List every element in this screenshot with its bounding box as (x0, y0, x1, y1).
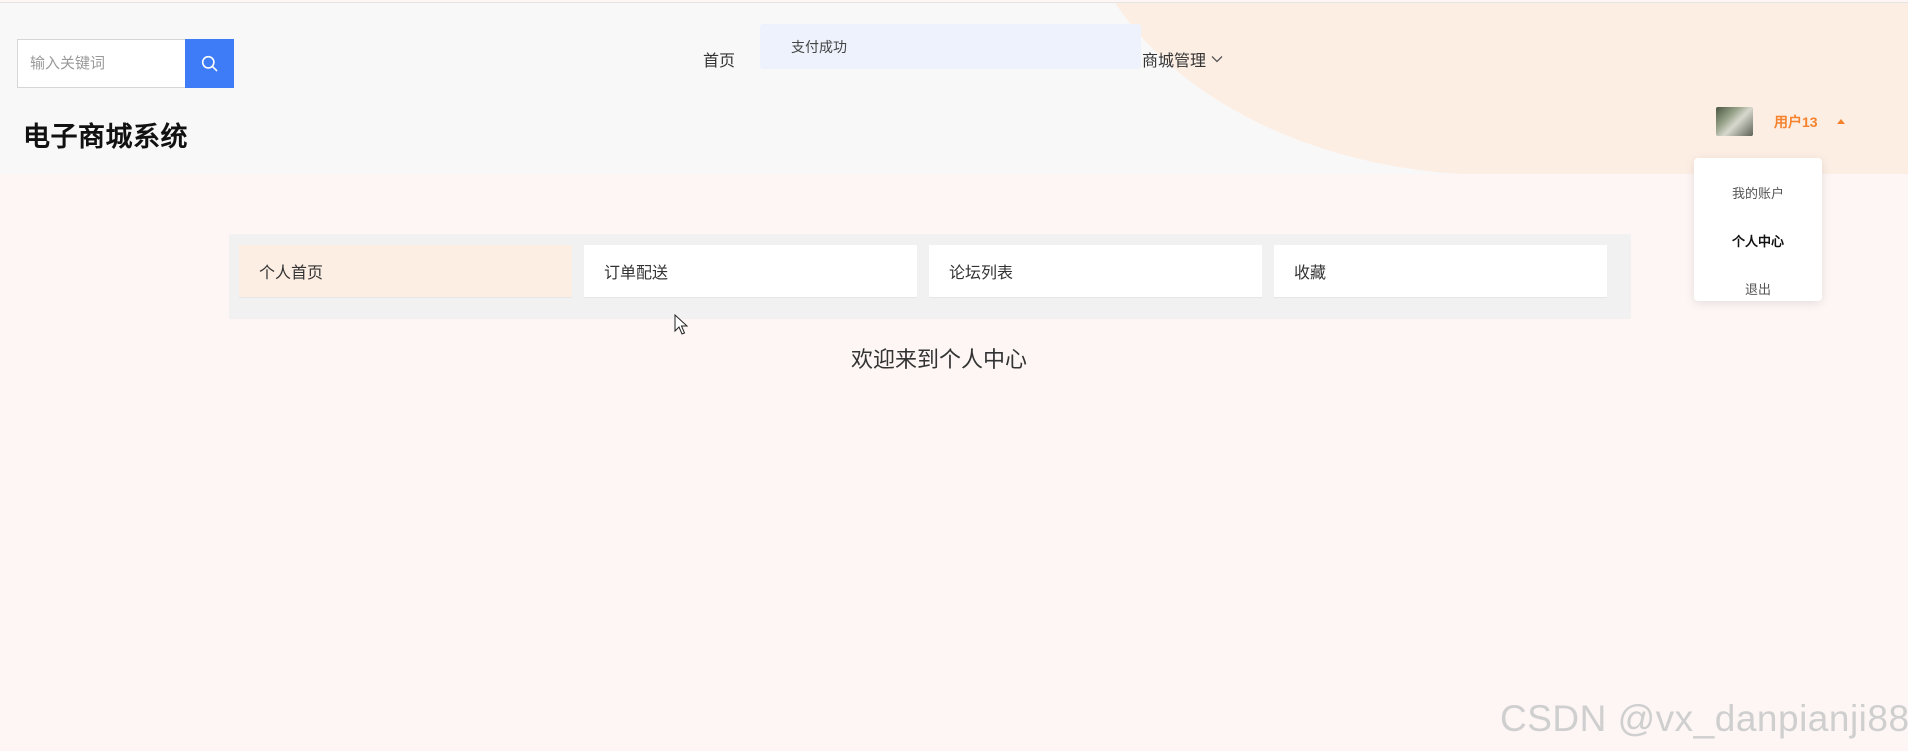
header-decoration (1075, 3, 1908, 174)
tab-personal-home[interactable]: 个人首页 (239, 245, 572, 298)
toast-message: 支付成功 (791, 38, 847, 55)
site-title: 电子商城系统 (23, 122, 188, 152)
tab-label: 论坛列表 (949, 265, 1014, 282)
avatar[interactable] (1716, 107, 1753, 136)
tab-label: 个人首页 (259, 265, 324, 282)
username[interactable]: 用户13 (1774, 112, 1818, 132)
chevron-down-icon (1211, 56, 1223, 63)
search-icon (201, 55, 218, 72)
user-menu-personal-center[interactable]: 个人中心 (1694, 216, 1822, 264)
mouse-cursor-icon (674, 314, 688, 335)
user-menu-my-account[interactable]: 我的账户 (1694, 168, 1822, 216)
caret-up-icon (1836, 119, 1845, 124)
tab-order-delivery[interactable]: 订单配送 (584, 245, 917, 298)
user-menu: 我的账户 个人中心 退出 (1694, 158, 1822, 301)
nav-home[interactable]: 首页 (703, 47, 735, 71)
page: 电子商城系统 首页 商城管理 用户13 支付成功 我的账户 个人中心 退出 (0, 0, 1908, 751)
tab-label: 收藏 (1294, 265, 1327, 282)
toast-notification: 支付成功 (760, 24, 1141, 69)
nav-home-label: 首页 (703, 53, 736, 70)
user-dropdown-trigger[interactable]: 用户13 (1716, 107, 1845, 136)
search-box (17, 39, 234, 88)
user-menu-label: 个人中心 (1731, 233, 1784, 249)
search-input[interactable] (17, 39, 185, 88)
welcome-message: 欢迎来到个人中心 (850, 347, 1027, 372)
tab-favorites[interactable]: 收藏 (1274, 245, 1607, 298)
watermark: CSDN @vx_danpianji889 (1500, 698, 1908, 739)
user-menu-logout[interactable]: 退出 (1694, 264, 1822, 312)
tab-forum-list[interactable]: 论坛列表 (929, 245, 1262, 298)
nav-mall-label: 商城管理 (1142, 53, 1207, 70)
tabs-panel: 个人首页 订单配送 论坛列表 收藏 (229, 234, 1631, 319)
user-menu-label: 我的账户 (1731, 185, 1784, 201)
nav-mall-management[interactable]: 商城管理 (1142, 47, 1223, 71)
search-button[interactable] (185, 39, 234, 88)
tab-label: 订单配送 (604, 265, 669, 282)
user-menu-label: 退出 (1744, 281, 1771, 297)
